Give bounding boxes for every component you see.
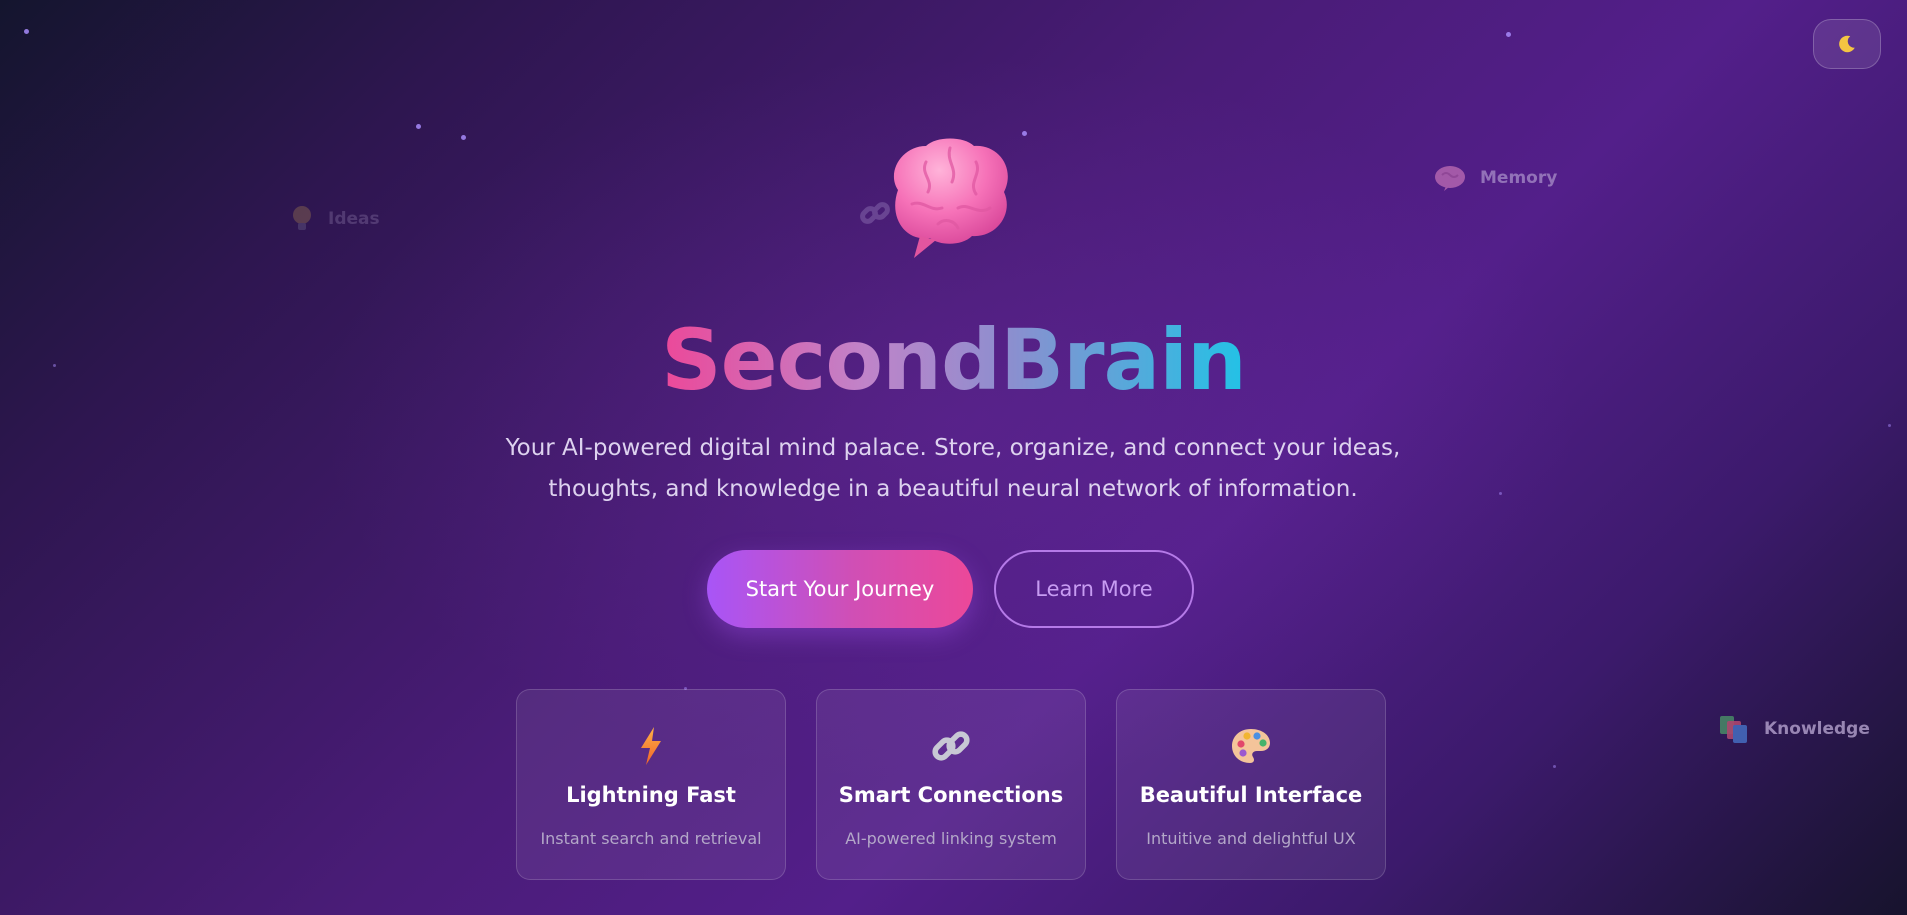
feature-description: Instant search and retrieval [540,829,762,848]
feature-card-lightning-fast: Lightning Fast Instant search and retrie… [516,689,786,880]
feature-card-beautiful-interface: Beautiful Interface Intuitive and deligh… [1116,689,1386,880]
floating-tag-label: Memory [1480,168,1558,188]
star-particle [416,124,421,129]
feature-title: Smart Connections [838,783,1064,807]
feature-description: Intuitive and delightful UX [1146,829,1356,848]
palette-icon [1232,729,1270,763]
books-icon [1720,716,1747,743]
hero-subtitle-line: thoughts, and knowledge in a beautiful n… [548,476,1358,502]
hero-title: SecondBrain [661,311,1247,409]
star-particle [24,29,29,34]
start-journey-button[interactable]: Start Your Journey [707,550,973,628]
feature-card-smart-connections: Smart Connections AI-powered linking sys… [816,689,1086,880]
star-particle [461,135,466,140]
learn-more-button[interactable]: Learn More [994,550,1194,628]
star-particle [1022,131,1027,136]
floating-tag-memory: Memory [1434,164,1557,192]
brain-icon [893,138,1008,258]
floating-tag-label: Ideas [328,209,380,229]
feature-title: Lightning Fast [566,783,736,807]
star-particle [1506,32,1511,37]
star-particle [1553,765,1556,768]
hero-subtitle: Your AI-powered digital mind palace. Sto… [503,428,1403,510]
link-icon [932,731,970,761]
hero-subtitle-line: Your AI-powered digital mind palace. Sto… [505,435,1401,461]
floating-tag-ideas: Ideas [290,204,380,234]
theme-toggle-button[interactable] [1813,19,1881,69]
brain-icon [1435,166,1465,191]
lightning-icon [641,727,661,765]
floating-tag-knowledge: Knowledge [1718,714,1870,744]
moon-icon [1839,35,1855,53]
feature-title: Beautiful Interface [1139,783,1363,807]
star-particle [1499,492,1502,495]
star-particle [1888,424,1891,427]
floating-tag-label: Knowledge [1764,719,1870,739]
lightbulb-icon [293,206,311,230]
feature-description: AI-powered linking system [845,829,1057,848]
